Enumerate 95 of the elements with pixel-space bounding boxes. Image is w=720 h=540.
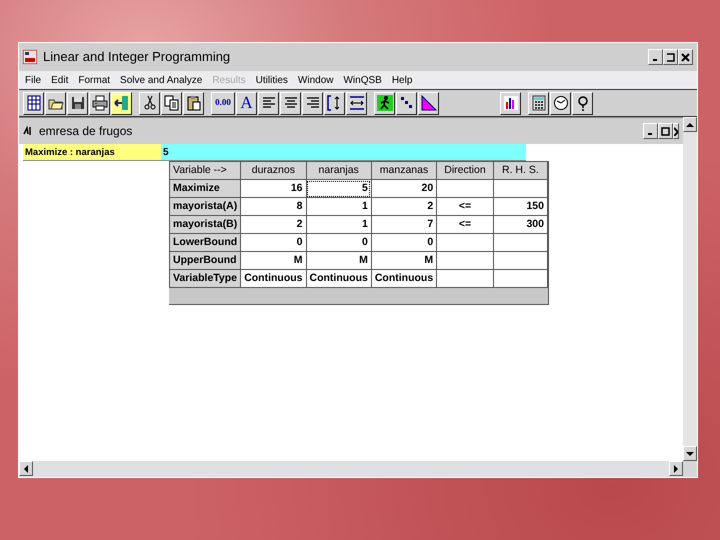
scroll-right-button[interactable] — [669, 461, 683, 476]
grid-icon — [26, 95, 42, 111]
close-button[interactable] — [673, 123, 679, 139]
column-header: manzanas — [371, 162, 437, 180]
menu-item[interactable]: Edit — [51, 72, 68, 88]
table-cell[interactable]: <= — [436, 216, 494, 234]
table-cell[interactable]: 8 — [240, 198, 306, 216]
row-header: mayorista(A) — [170, 198, 241, 216]
maximize-icon — [661, 126, 670, 136]
menu-item[interactable]: File — [25, 72, 42, 88]
row-header: UpperBound — [170, 252, 241, 270]
table-cell[interactable]: 150 — [493, 198, 548, 216]
cut-button[interactable] — [139, 92, 160, 114]
menu-item[interactable]: Window — [298, 72, 334, 88]
horizontal-scrollbar[interactable] — [19, 461, 683, 477]
maximize-icon — [666, 52, 675, 62]
table-cell[interactable]: M — [306, 252, 372, 270]
row-width-icon — [348, 95, 364, 111]
column-height-icon — [326, 95, 342, 111]
close-button[interactable] — [678, 49, 693, 65]
document-title: emresa de frugos — [39, 123, 132, 140]
scroll-up-button[interactable] — [683, 117, 697, 132]
clock-icon — [552, 95, 568, 111]
calculator-icon — [530, 95, 546, 111]
triangle-icon — [420, 95, 436, 111]
table-cell[interactable]: 2 — [371, 198, 437, 216]
close-icon — [681, 52, 690, 62]
column-header: duraznos — [240, 162, 306, 180]
table-cell[interactable]: Continuous — [371, 270, 437, 288]
app-icon — [23, 50, 37, 64]
column-header: Variable --> — [170, 162, 241, 180]
menu-item[interactable]: Utilities — [256, 72, 288, 88]
left-arrow-icon — [23, 464, 29, 472]
column-header: naranjas — [306, 162, 372, 180]
table-cell[interactable]: 16 — [240, 180, 306, 198]
table-cell[interactable]: M — [371, 252, 437, 270]
printer-icon — [92, 95, 108, 111]
down-arrow-icon — [686, 450, 694, 456]
clock-button[interactable] — [550, 92, 571, 114]
up-arrow-icon — [686, 122, 694, 128]
table-cell[interactable]: <= — [436, 198, 494, 216]
column-header: R. H. S. — [493, 162, 548, 180]
save-button[interactable] — [67, 92, 88, 114]
table-cell[interactable]: 20 — [371, 180, 437, 198]
calc-button[interactable] — [528, 92, 549, 114]
scattered-dots-icon — [398, 95, 414, 111]
menu-item[interactable]: Format — [78, 72, 110, 88]
copy-button[interactable] — [161, 92, 182, 114]
table-cell[interactable]: 1 — [306, 198, 372, 216]
table-cell[interactable]: 0 — [371, 234, 437, 252]
bar-chart-icon — [502, 95, 518, 111]
paste-button[interactable] — [183, 92, 204, 114]
cell-label: Maximize : naranjas — [23, 144, 161, 161]
grid-button[interactable] — [23, 92, 44, 114]
copy-icon — [164, 95, 180, 111]
help-button[interactable] — [572, 92, 593, 114]
scroll-down-button[interactable] — [683, 446, 697, 461]
row-header: mayorista(B) — [170, 216, 241, 234]
cell-value-field[interactable]: 5 — [161, 144, 526, 161]
exit-door-icon — [114, 95, 130, 111]
row-header: LowerBound — [170, 234, 241, 252]
scissors-icon — [142, 95, 158, 111]
font-button[interactable]: A — [236, 92, 257, 114]
column-header: Direction — [436, 162, 494, 180]
table-cell[interactable]: 1 — [306, 216, 372, 234]
table-cell[interactable]: 0 — [240, 234, 306, 252]
folder-button[interactable] — [45, 92, 66, 114]
exit-button[interactable] — [111, 92, 132, 114]
row-header: Maximize — [170, 180, 241, 198]
table-cell[interactable]: 2 — [240, 216, 306, 234]
row-header: VariableType — [170, 270, 241, 288]
menu-item[interactable]: WinQSB — [343, 72, 382, 88]
table-cell[interactable]: 0 — [306, 234, 372, 252]
chart-button[interactable] — [500, 92, 521, 114]
minimize-button[interactable] — [648, 49, 663, 65]
table-cell[interactable]: M — [240, 252, 306, 270]
close-icon — [674, 126, 678, 136]
maximize-button[interactable] — [663, 49, 678, 65]
table-cell[interactable]: Continuous — [240, 270, 306, 288]
menu-item[interactable]: Solve and Analyze — [120, 72, 202, 88]
window-title: Linear and Integer Programming — [43, 48, 230, 66]
table-cell[interactable]: 7 — [371, 216, 437, 234]
running-figure-icon — [376, 95, 392, 111]
print-button[interactable] — [89, 92, 110, 114]
minimize-button[interactable] — [643, 123, 658, 139]
scroll-left-button[interactable] — [19, 461, 33, 476]
right-arrow-icon — [673, 464, 679, 472]
table-cell[interactable]: 5 — [306, 180, 372, 198]
number-format-button[interactable]: 0.00 — [211, 92, 235, 114]
vertical-scrollbar[interactable] — [683, 117, 697, 461]
table-cell[interactable]: 300 — [493, 216, 548, 234]
maximize-button[interactable] — [658, 123, 673, 139]
table-cell[interactable]: Continuous — [306, 270, 372, 288]
menu-item[interactable]: Help — [392, 72, 412, 88]
paste-icon — [186, 95, 202, 111]
